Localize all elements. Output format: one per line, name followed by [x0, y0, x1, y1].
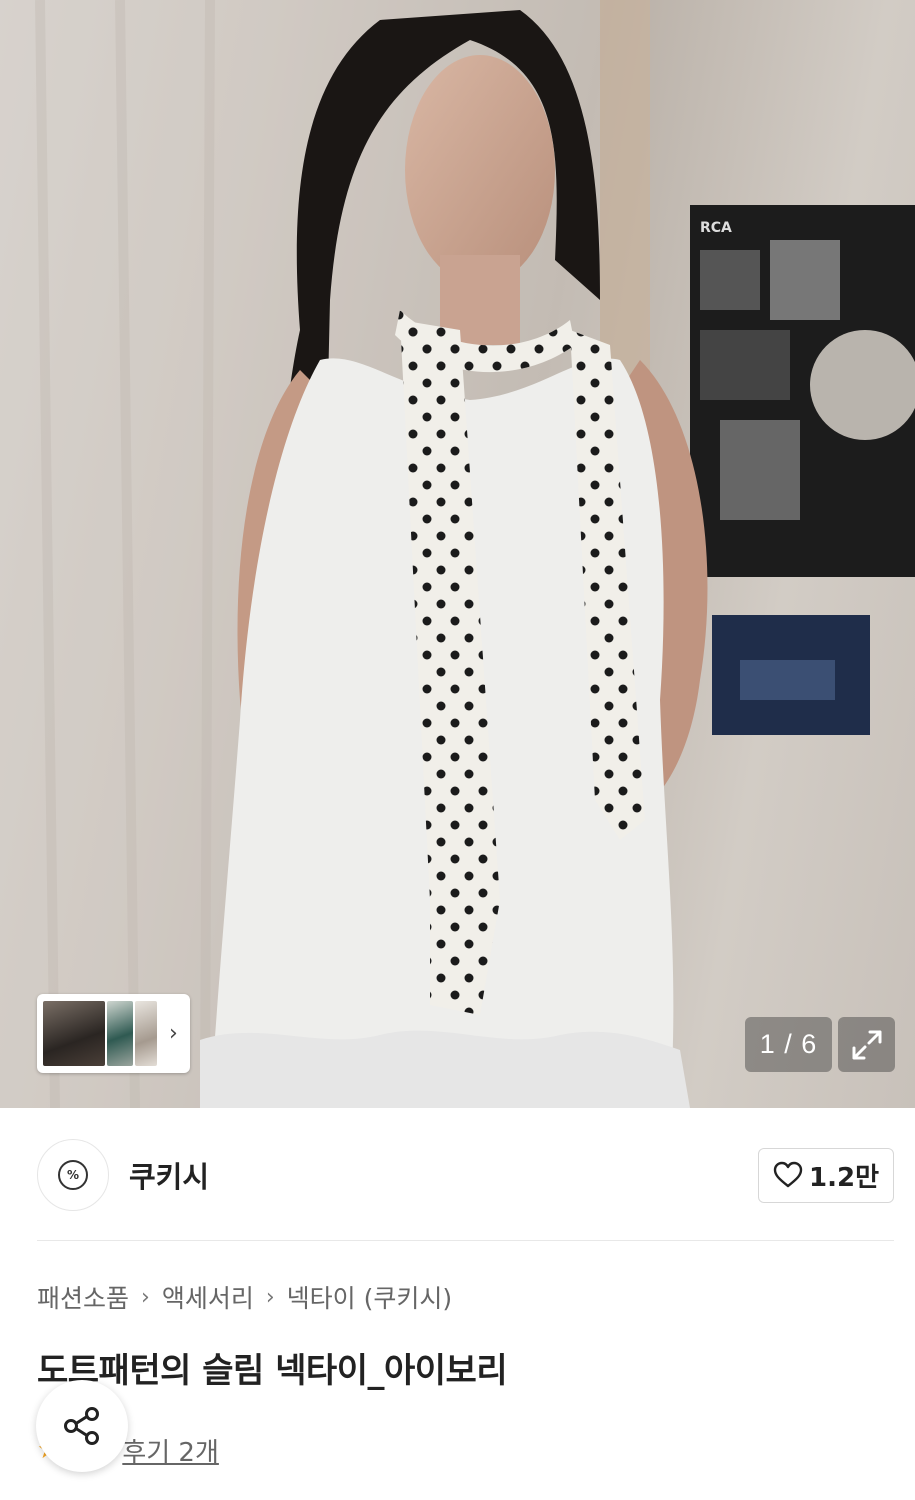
breadcrumb-item-accessory[interactable]: 액세서리	[162, 1279, 254, 1315]
like-count: 1.2만	[809, 1162, 879, 1193]
divider	[37, 1240, 894, 1241]
product-image-gallery[interactable]: RCA › 1 / 6	[0, 0, 915, 1108]
reviews-link[interactable]: 후기 2개	[122, 1432, 219, 1469]
shop-name[interactable]: 쿠키시	[129, 1154, 209, 1196]
chevron-right-icon: ›	[141, 1284, 150, 1310]
expand-button[interactable]	[838, 1017, 895, 1072]
breadcrumb: 패션소품 › 액세서리 › 넥타이 (쿠키시)	[37, 1279, 452, 1315]
thumbnail-strip[interactable]: ›	[37, 994, 190, 1073]
like-button[interactable]: 1.2만	[758, 1147, 894, 1203]
shop-row: % 쿠키시 1.2만	[37, 1138, 894, 1212]
shop-logo[interactable]: %	[37, 1139, 109, 1211]
chevron-right-icon[interactable]: ›	[169, 1022, 178, 1045]
product-photo: RCA	[0, 0, 915, 1108]
share-button[interactable]	[36, 1380, 128, 1472]
thumbnail-2[interactable]	[107, 1001, 133, 1066]
image-counter: 1 / 6	[745, 1017, 832, 1072]
shop-logo-mark: %	[58, 1160, 88, 1190]
expand-icon	[852, 1030, 881, 1059]
poster-label: RCA	[700, 220, 732, 236]
thumbnail-3[interactable]	[135, 1001, 157, 1066]
share-icon	[64, 1407, 99, 1445]
thumbnail-1[interactable]	[43, 1001, 105, 1066]
product-title: 도트패턴의 슬림 넥타이_아이보리	[37, 1351, 508, 1391]
breadcrumb-item-fashion[interactable]: 패션소품	[37, 1279, 129, 1315]
heart-icon	[773, 1161, 803, 1188]
breadcrumb-item-necktie[interactable]: 넥타이 (쿠키시)	[287, 1279, 452, 1315]
chevron-right-icon: ›	[265, 1284, 275, 1310]
